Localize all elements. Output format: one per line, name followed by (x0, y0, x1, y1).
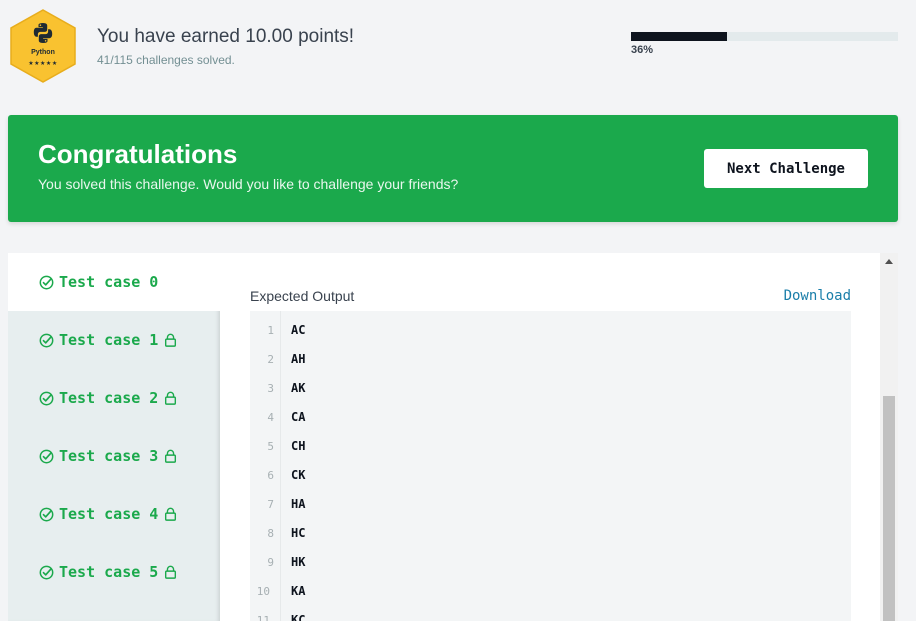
badge-label: Python (31, 49, 55, 56)
download-link[interactable]: Download (784, 288, 851, 304)
line-number: 11 (256, 614, 270, 621)
tab-test-case-3[interactable]: Test case 3 (8, 427, 220, 485)
line-text: HK (291, 555, 306, 569)
test-case-label: Test case 4 (59, 505, 159, 523)
test-case-tabs: Test case 0 Test case 1 Test case 2 Test ca… (8, 253, 220, 621)
python-logo-icon (33, 23, 53, 43)
line-text: KA (291, 584, 306, 598)
congratulations-banner: Congratulations You solved this challeng… (8, 115, 898, 222)
output-line: 5 CH (250, 431, 851, 460)
progress-percent-label: 36% (631, 44, 654, 56)
next-challenge-button[interactable]: Next Challenge (704, 149, 868, 188)
tab-test-case-4[interactable]: Test case 4 (8, 485, 220, 543)
lock-icon (165, 333, 177, 347)
line-text: HA (291, 497, 306, 511)
line-text: HC (291, 526, 306, 540)
expected-output-label: Expected Output (250, 288, 355, 304)
badge-stars: ★★★★★ (28, 61, 58, 67)
output-line: 6 CK (250, 460, 851, 489)
banner-subtitle: You solved this challenge. Would you lik… (38, 176, 459, 192)
line-text: AK (291, 381, 306, 395)
progress-bar-fill (631, 32, 728, 41)
test-results-panel: Test case 0 Test case 1 Test case 2 Test ca… (8, 253, 880, 621)
test-case-label: Test case 2 (59, 389, 159, 407)
line-number: 5 (267, 440, 274, 453)
line-number: 8 (267, 527, 274, 540)
line-number: 4 (267, 411, 274, 424)
lock-icon (165, 507, 177, 521)
output-line: 10 KA (250, 576, 851, 605)
line-number: 3 (267, 382, 274, 395)
output-line: 11 KC (250, 605, 851, 621)
check-circle-icon (39, 507, 54, 521)
lock-icon (165, 565, 177, 579)
line-text: KC (291, 613, 306, 621)
banner-title: Congratulations (38, 139, 238, 169)
output-line: 9 HK (250, 547, 851, 576)
test-case-label: Test case 0 (59, 273, 159, 291)
lock-icon (165, 449, 177, 463)
tab-test-case-2[interactable]: Test case 2 (8, 369, 220, 427)
progress-bar (631, 32, 898, 41)
tab-test-case-1[interactable]: Test case 1 (8, 311, 220, 369)
page-scrollbar[interactable] (880, 253, 898, 621)
check-circle-icon (39, 391, 54, 405)
output-line: 3 AK (250, 373, 851, 402)
line-text: AC (291, 323, 306, 337)
line-text: CA (291, 410, 306, 424)
scroll-up-arrow-icon[interactable] (880, 253, 898, 270)
line-text: CH (291, 439, 306, 453)
line-text: AH (291, 352, 306, 366)
test-case-label: Test case 5 (59, 563, 159, 581)
line-text: CK (291, 468, 306, 482)
lock-icon (165, 391, 177, 405)
line-number: 1 (267, 324, 274, 337)
expected-output-code: 1 AC 2 AH 3 AK 4 CA 5 CH 6 CK 7 HA 8 HC 9 HK 10 KA 11 KC (250, 311, 851, 621)
tab-test-case-0[interactable]: Test case 0 (8, 253, 220, 311)
output-line: 4 CA (250, 402, 851, 431)
line-number: 2 (267, 353, 274, 366)
check-circle-icon (39, 565, 54, 579)
line-number: 9 (267, 556, 274, 569)
line-number: 10 (256, 585, 270, 598)
points-earned-text: You have earned 10.00 points! (97, 26, 355, 47)
output-line: 7 HA (250, 489, 851, 518)
tab-test-case-5[interactable]: Test case 5 (8, 543, 220, 601)
badge-hexagon-icon (10, 9, 76, 83)
line-number: 7 (267, 498, 274, 511)
output-line: 2 AH (250, 344, 851, 373)
check-circle-icon (39, 333, 54, 347)
challenges-solved-text: 41/115 challenges solved. (97, 53, 235, 67)
test-case-label: Test case 3 (59, 447, 159, 465)
python-badge: Python ★★★★★ (8, 8, 78, 84)
check-circle-icon (39, 275, 54, 289)
check-circle-icon (39, 449, 54, 463)
test-case-label: Test case 1 (59, 331, 159, 349)
output-line: 8 HC (250, 518, 851, 547)
scrollbar-thumb[interactable] (883, 396, 895, 621)
output-line: 1 AC (250, 315, 851, 344)
line-number: 6 (267, 469, 274, 482)
